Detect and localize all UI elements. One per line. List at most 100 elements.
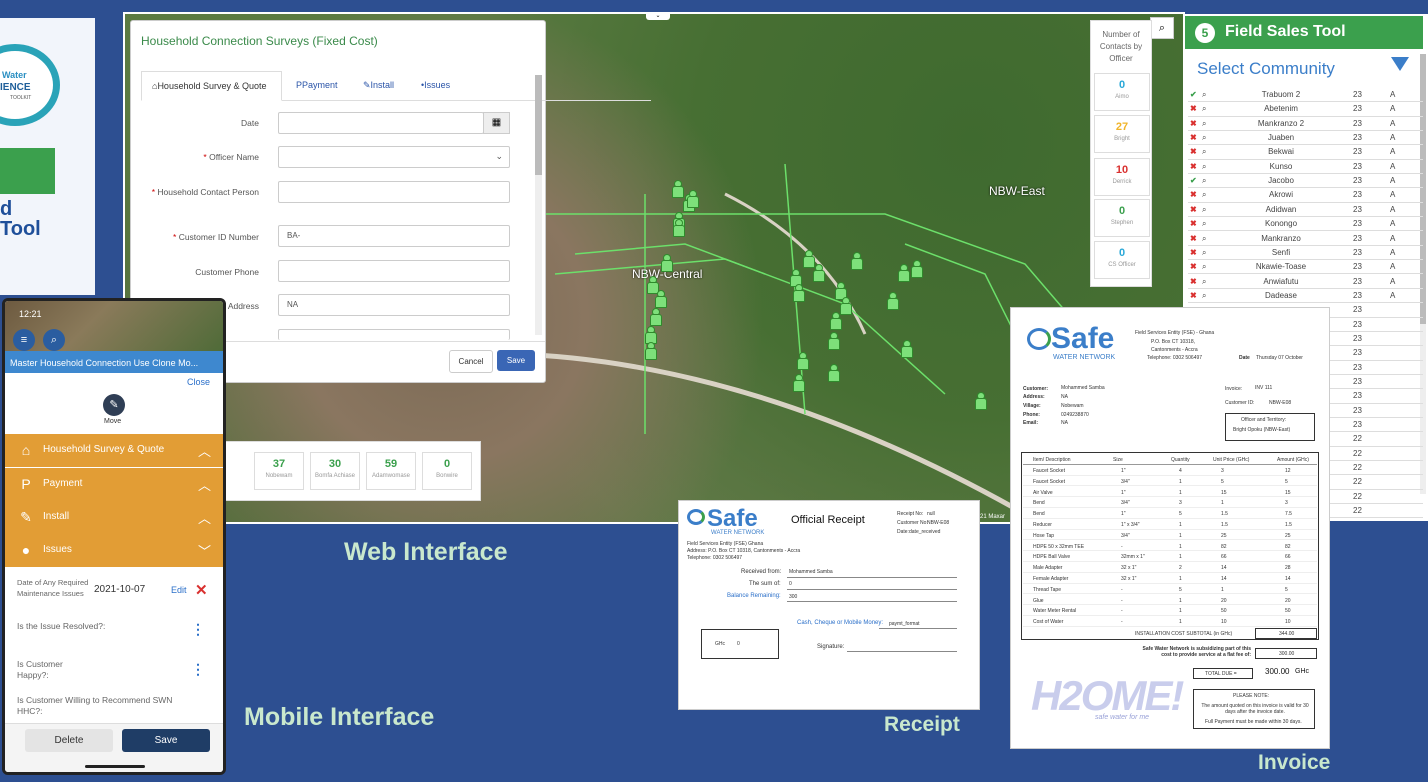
customer-marker[interactable] (887, 292, 899, 310)
select-community-label[interactable]: Select Community (1197, 59, 1335, 79)
more-options-icon[interactable]: ⋮ (191, 661, 205, 678)
cancel-button[interactable]: Cancel (449, 350, 493, 373)
customer-marker[interactable] (898, 264, 910, 282)
customer-marker[interactable] (793, 374, 805, 392)
section-install[interactable]: ✎ Install ︿ (5, 501, 223, 534)
zoom-icon[interactable]: ⌕ (1202, 190, 1206, 200)
customer-marker[interactable] (673, 219, 685, 237)
community-row[interactable]: ✖ ⌕ Nkawie-Toase 23 A (1188, 260, 1423, 275)
customer-marker[interactable] (661, 254, 673, 272)
community-row[interactable]: ✖ ⌕ Mankranzo 23 A (1188, 232, 1423, 246)
save-button[interactable]: Save (122, 729, 210, 752)
customer-id-input[interactable]: BA- (278, 225, 510, 247)
community-row[interactable]: ✖ ⌕ Anwiafutu 23 A (1188, 275, 1423, 289)
x-mark-icon[interactable]: ✖ (1190, 119, 1197, 128)
edit-link[interactable]: Edit (171, 585, 187, 595)
officer-name-select[interactable]: ⌄ (278, 146, 510, 168)
customer-marker[interactable] (645, 342, 657, 360)
community-row[interactable]: ✖ ⌕ Bekwai 23 A (1188, 145, 1423, 160)
x-mark-icon[interactable]: ✖ (1190, 248, 1197, 257)
check-icon[interactable]: ✔ (1190, 90, 1197, 99)
close-link[interactable]: Close (187, 377, 210, 387)
community-row[interactable]: ✖ ⌕ Adidwan 23 A (1188, 203, 1423, 218)
section-issues[interactable]: ● Issues ﹀ (5, 534, 223, 567)
map-search-button[interactable]: ⌕ (1150, 17, 1174, 39)
customer-marker[interactable] (828, 332, 840, 350)
household-contact-input[interactable] (278, 181, 510, 203)
community-row[interactable]: ✖ ⌕ Mankranzo 2 23 A (1188, 117, 1423, 131)
customer-marker[interactable] (813, 264, 825, 282)
x-mark-icon[interactable]: ✖ (1190, 190, 1197, 199)
x-mark-icon[interactable]: ✖ (1190, 219, 1197, 228)
check-icon[interactable]: ✔ (1190, 176, 1197, 185)
community-row[interactable]: ✖ ⌕ Konongo 23 A (1188, 217, 1423, 232)
community-card[interactable]: 0 Bonwire (422, 452, 472, 490)
customer-marker[interactable] (840, 297, 852, 315)
x-mark-icon[interactable]: ✖ (1190, 104, 1197, 113)
officer-card[interactable]: 0 Aimo (1094, 73, 1150, 111)
delete-x-icon[interactable]: ✕ (195, 581, 208, 599)
community-card[interactable]: 59 Adamwomase (366, 452, 416, 490)
zoom-icon[interactable]: ⌕ (1202, 104, 1206, 114)
customer-marker[interactable] (851, 252, 863, 270)
customer-marker[interactable] (901, 340, 913, 358)
customer-marker[interactable] (835, 282, 847, 300)
customer-phone-input[interactable] (278, 260, 510, 282)
tab-payment[interactable]: PPayment (286, 71, 348, 101)
more-options-icon[interactable]: ⋮ (191, 621, 205, 638)
x-mark-icon[interactable]: ✖ (1190, 277, 1197, 286)
customer-marker[interactable] (645, 326, 657, 344)
community-row[interactable]: ✖ ⌕ Dadease 23 A (1188, 289, 1423, 304)
section-household-survey[interactable]: ⌂ Household Survey & Quote ︿ (5, 434, 223, 467)
customer-marker[interactable] (655, 290, 667, 308)
zoom-icon[interactable]: ⌕ (1202, 176, 1206, 186)
community-card[interactable]: 37 Nobewam (254, 452, 304, 490)
address-input[interactable]: NA (278, 294, 510, 316)
x-mark-icon[interactable]: ✖ (1190, 205, 1197, 214)
x-mark-icon[interactable]: ✖ (1190, 262, 1197, 271)
x-mark-icon[interactable]: ✖ (1190, 291, 1197, 300)
dropdown-triangle-icon[interactable] (1391, 57, 1409, 71)
zoom-icon[interactable]: ⌕ (1202, 133, 1206, 143)
x-mark-icon[interactable]: ✖ (1190, 162, 1197, 171)
next-field-input[interactable] (278, 329, 510, 340)
officer-card[interactable]: 0 Stephen (1094, 199, 1150, 237)
customer-marker[interactable] (803, 250, 815, 268)
officer-card[interactable]: 27 Bright (1094, 115, 1150, 153)
search-icon[interactable]: ⌕ (43, 329, 65, 351)
form-scrollbar[interactable] (535, 75, 542, 335)
customer-marker[interactable] (790, 269, 802, 287)
customer-marker[interactable] (828, 364, 840, 382)
community-row[interactable]: ✖ ⌕ Senfi 23 A (1188, 246, 1423, 261)
tab-install[interactable]: ✎Install (353, 71, 404, 101)
customer-marker[interactable] (650, 308, 662, 326)
zoom-icon[interactable]: ⌕ (1202, 219, 1206, 229)
community-row[interactable]: ✖ ⌕ Juaben 23 A (1188, 131, 1423, 146)
zoom-icon[interactable]: ⌕ (1202, 162, 1206, 172)
zoom-icon[interactable]: ⌕ (1202, 205, 1206, 215)
customer-marker[interactable] (672, 180, 684, 198)
section-payment[interactable]: P Payment ︿ (5, 468, 223, 501)
community-row[interactable]: ✖ ⌕ Akrowi 23 A (1188, 188, 1423, 203)
community-row[interactable]: ✔ ⌕ Trabuom 2 23 A (1188, 88, 1423, 103)
zoom-icon[interactable]: ⌕ (1202, 291, 1206, 301)
save-button[interactable]: Save (497, 350, 535, 371)
community-row[interactable]: ✖ ⌕ Abetenim 23 A (1188, 102, 1423, 117)
x-mark-icon[interactable]: ✖ (1190, 133, 1197, 142)
zoom-icon[interactable]: ⌕ (1202, 90, 1206, 100)
community-row[interactable]: ✖ ⌕ Kunso 23 A (1188, 160, 1423, 175)
customer-marker[interactable] (797, 352, 809, 370)
tab-household-survey[interactable]: ⌂Household Survey & Quote (141, 71, 282, 101)
calendar-icon-button[interactable]: ▦ (483, 112, 510, 134)
community-card[interactable]: 30 Bomfa Achiase (310, 452, 360, 490)
customer-marker[interactable] (911, 260, 923, 278)
delete-button[interactable]: Delete (25, 729, 113, 752)
tab-issues[interactable]: •Issues (411, 71, 460, 101)
zoom-icon[interactable]: ⌕ (1202, 147, 1206, 157)
x-mark-icon[interactable]: ✖ (1190, 147, 1197, 156)
zoom-icon[interactable]: ⌕ (1202, 119, 1206, 129)
zoom-icon[interactable]: ⌕ (1202, 234, 1206, 244)
officer-card[interactable]: 10 Derrick (1094, 158, 1150, 196)
map-collapse-tab[interactable]: ⌄ (646, 12, 670, 20)
zoom-icon[interactable]: ⌕ (1202, 277, 1206, 287)
